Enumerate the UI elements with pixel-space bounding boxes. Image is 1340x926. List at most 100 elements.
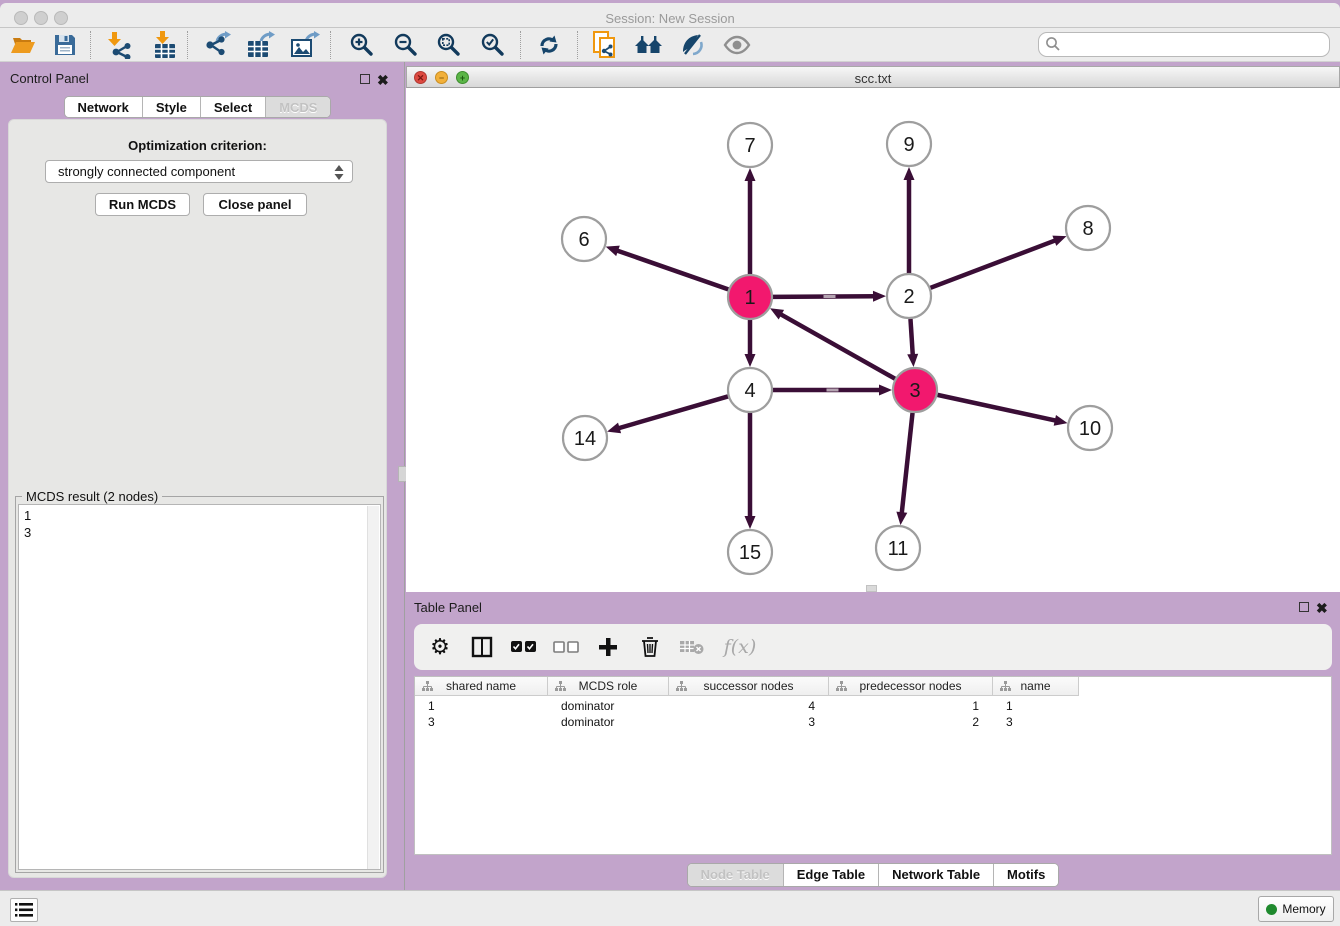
search-input[interactable] [1038,32,1330,57]
tab-motifs[interactable]: Motifs [994,864,1058,886]
graph-node-label: 14 [574,428,596,450]
tab-node-table[interactable]: Node Table [688,864,784,886]
network-canvas[interactable]: 7968124314101511 [406,88,1340,592]
table-cell[interactable]: 4 [669,698,829,714]
horizontal-splitter-handle[interactable] [866,585,877,592]
refresh-icon [536,32,562,58]
zoom-selected-button[interactable] [476,30,510,60]
graph-edge-3-11[interactable] [902,413,913,514]
open-file-icon [10,32,36,58]
graph-node-label: 2 [903,286,914,308]
show-hide-button[interactable] [720,30,754,60]
control-panel-close-icon[interactable]: ✖ [377,74,389,86]
delete-table-button[interactable] [678,633,706,661]
tab-select[interactable]: Select [201,97,266,117]
graph-edge-1-6[interactable] [616,250,728,289]
delete-button[interactable] [636,633,664,661]
delete-table-icon [679,638,705,656]
column-header-shared-name[interactable]: shared name [415,677,548,696]
column-header-successor-nodes[interactable]: successor nodes [669,677,829,696]
search-icon [1045,36,1061,52]
save-session-icon [53,33,77,57]
graph-node-label: 1 [744,287,755,309]
table-cell[interactable]: 1 [829,698,993,714]
edge-label-mark [827,389,839,392]
table-cell[interactable]: 3 [993,714,1079,730]
table-tabs: Node TableEdge TableNetwork TableMotifs [406,863,1340,887]
tab-network-table[interactable]: Network Table [879,864,994,886]
settings-gear-button[interactable]: ⚙ [426,633,454,661]
zoom-out-button[interactable] [389,30,423,60]
tab-edge-table[interactable]: Edge Table [784,864,879,886]
result-scrollbar[interactable] [367,506,379,870]
toolbar-separator [187,31,188,59]
export-network-button[interactable] [201,30,235,60]
run-mcds-button[interactable]: Run MCDS [95,193,190,216]
task-history-button[interactable] [10,898,38,922]
graph-edge-3-1[interactable] [780,314,895,379]
graph-node-label: 10 [1079,418,1101,440]
control-panel-float-icon[interactable] [360,74,370,84]
mcds-result-textarea[interactable]: 1 3 [18,504,381,870]
clone-network-button[interactable] [588,30,622,60]
export-network-icon [204,31,232,59]
first-neighbors-button[interactable] [632,30,666,60]
table-cell[interactable]: 1 [993,698,1079,714]
zoom-in-button[interactable] [345,30,379,60]
import-network-button[interactable] [101,30,135,60]
export-image-button[interactable] [288,30,322,60]
graph-edge-2-8[interactable] [931,240,1057,288]
network-window-title: scc.txt [407,71,1339,86]
graph-edge-4-14[interactable] [618,396,728,428]
columns-button[interactable] [468,633,496,661]
table-cell[interactable]: dominator [548,714,669,730]
graph-edge-2-3[interactable] [910,319,912,356]
table-cell[interactable]: 1 [415,698,548,714]
table-cell[interactable]: 3 [669,714,829,730]
control-panel-title: Control Panel [10,71,89,86]
app-titlebar: Session: New Session [0,3,1340,28]
open-file-button[interactable] [6,30,40,60]
import-table-icon [151,31,179,59]
criterion-value: strongly connected component [58,164,235,179]
table-panel-float-icon[interactable] [1299,602,1309,612]
export-table-button[interactable] [244,30,278,60]
criterion-select[interactable]: strongly connected component [45,160,353,183]
tab-network[interactable]: Network [65,97,143,117]
graph-node-label: 8 [1082,218,1093,240]
show-hide-icon [722,33,752,57]
close-panel-button[interactable]: Close panel [203,193,307,216]
table-toolbar: ⚙ [414,624,1332,670]
table-cell[interactable]: dominator [548,698,669,714]
graph-node-label: 9 [903,134,914,156]
graph-arrowhead [904,167,915,180]
export-table-icon [246,31,276,59]
table-cell[interactable]: 2 [829,714,993,730]
zoom-fit-button[interactable] [432,30,466,60]
toolbar-separator [330,31,331,59]
first-neighbors-icon [633,32,665,58]
graph-node-label: 7 [744,135,755,157]
select-all-checkboxes-button[interactable] [510,633,538,661]
deselect-all-checkboxes-button[interactable] [552,633,580,661]
graph-arrowhead [879,385,892,396]
table-panel-close-icon[interactable]: ✖ [1316,602,1328,614]
toggle-graphics-details-button[interactable] [675,30,709,60]
column-header-predecessor-nodes[interactable]: predecessor nodes [829,677,993,696]
chevron-up-down-icon [333,164,345,181]
column-header-MCDS-role[interactable]: MCDS role [548,677,669,696]
import-table-button[interactable] [148,30,182,60]
refresh-button[interactable] [532,30,566,60]
column-header-name[interactable]: name [993,677,1079,696]
toggle-graphics-details-icon [679,32,705,58]
zoom-out-icon [393,32,419,58]
table-cell[interactable]: 3 [415,714,548,730]
tab-style[interactable]: Style [143,97,201,117]
memory-button[interactable]: Memory [1258,896,1334,922]
graph-edge-3-10[interactable] [937,395,1056,421]
function-builder-button[interactable]: f(x) [720,633,760,661]
network-window-titlebar[interactable]: ✕ − + scc.txt [406,66,1340,88]
tab-mcds[interactable]: MCDS [266,97,330,117]
save-session-button[interactable] [48,30,82,60]
add-button[interactable] [594,633,622,661]
